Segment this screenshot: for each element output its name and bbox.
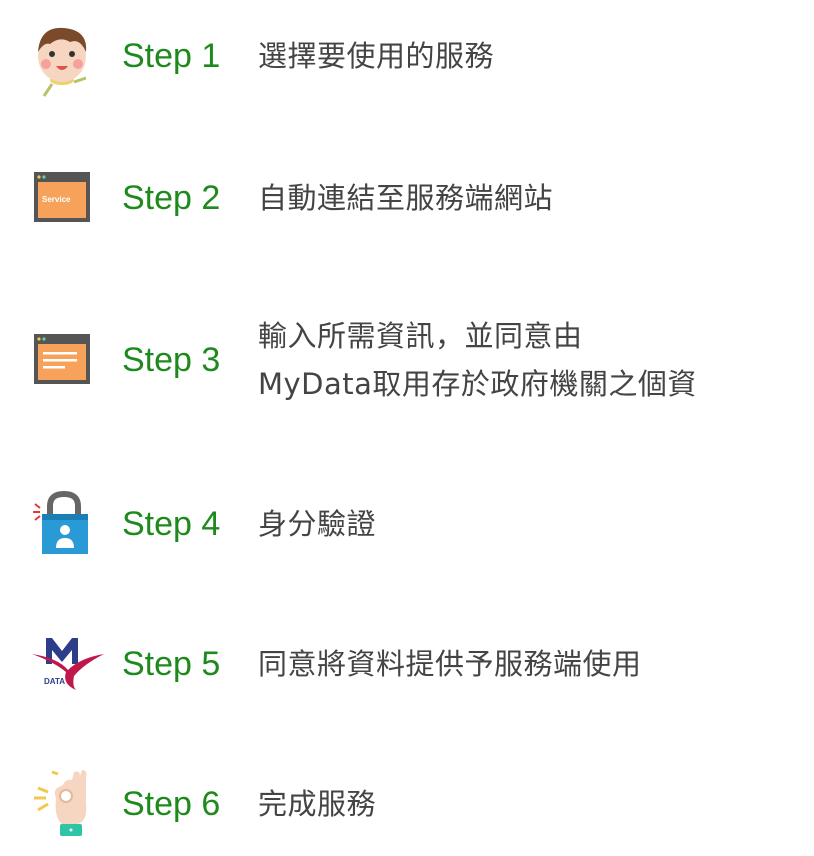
person-face-icon (30, 22, 94, 97)
step-2-text: 自動連結至服務端網站 (258, 181, 554, 215)
step-2: Service Step 2 自動連結至服務端網站 (0, 160, 814, 240)
mydata-logo-icon: DATA (28, 634, 108, 698)
ok-hand-icon (30, 768, 94, 836)
step-6-label: Step 6 (122, 785, 221, 823)
step-3-text-line-2: MyData取用存於政府機關之個資 (258, 367, 697, 401)
step-3: Step 3 輸入所需資訊，並同意由 MyData取用存於政府機關之個資 (0, 312, 814, 422)
step-4-text: 身分驗證 (258, 507, 377, 541)
form-window-icon (30, 330, 94, 394)
step-1: Step 1 選擇要使用的服務 (0, 18, 814, 98)
step-1-text: 選擇要使用的服務 (258, 39, 495, 73)
step-2-label: Step 2 (122, 179, 221, 217)
step-5: DATA Step 5 同意將資料提供予服務端使用 (0, 624, 814, 704)
step-6-text: 完成服務 (258, 787, 377, 821)
service-icon-text: Service (42, 195, 71, 204)
step-3-label: Step 3 (122, 341, 221, 379)
step-4: Step 4 身分驗證 (0, 480, 814, 570)
step-3-text-line-1: 輸入所需資訊，並同意由 (258, 319, 583, 353)
step-4-label: Step 4 (122, 505, 221, 543)
step-1-label: Step 1 (122, 37, 221, 75)
step-5-text: 同意將資料提供予服務端使用 (258, 647, 642, 681)
service-window-icon: Service (30, 168, 94, 232)
step-5-label: Step 5 (122, 645, 221, 683)
padlock-user-icon (30, 486, 94, 554)
step-6: Step 6 完成服務 (0, 764, 814, 854)
mydata-icon-text: DATA (44, 677, 65, 686)
